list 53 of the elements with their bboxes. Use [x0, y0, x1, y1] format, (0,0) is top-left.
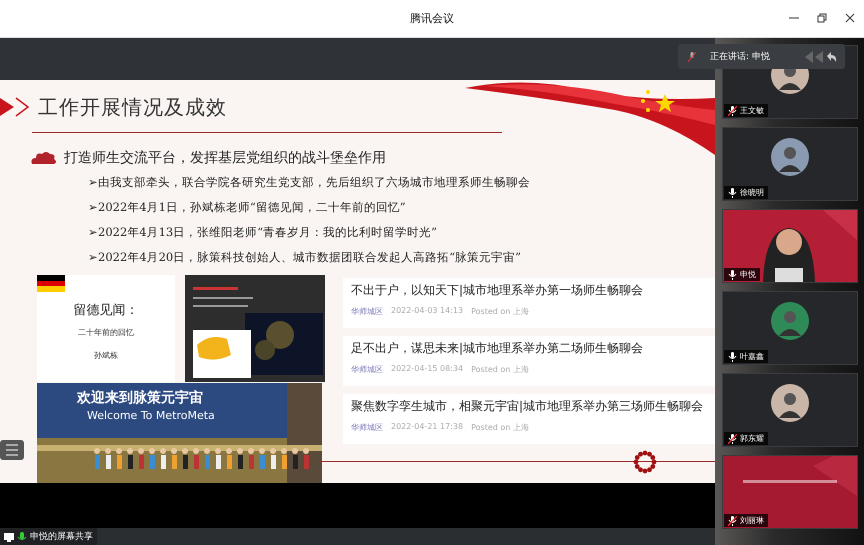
microphone-icon: [17, 532, 27, 542]
article-card[interactable]: 不出于户，以知天下|城市地理系举办第一场师生畅聊会 华师城区 2022-04-03 14:13 Posted on 上海: [343, 278, 715, 328]
bullet-text: ➢2022年4月13日，张维阳老师“青春岁月：我的比利时留学时光”: [88, 224, 438, 241]
bullet-text: ➢由我支部牵头，联合学院各研究生党支部，先后组织了六场城市地理系师生畅聊会: [88, 174, 531, 191]
bullet-text: ➢2022年4月20日，脉策科技创始人、城市数据团联合发起人高路拓“脉策元宇宙”: [88, 249, 522, 266]
participant-tile[interactable]: 申悦: [722, 209, 858, 283]
document-title: 留德见闻：: [74, 302, 138, 319]
article-source: 华师城区: [351, 306, 383, 317]
undo-icon[interactable]: [805, 51, 837, 63]
article-date: 2022-04-03 14:13: [391, 306, 464, 317]
article-card[interactable]: 足不出户，谋思未来|城市地理系举办第二场师生畅聊会 华师城区 2022-04-15 08:34 Posted on 上海: [343, 336, 715, 386]
list-icon[interactable]: [0, 440, 24, 460]
avatar-icon: [771, 138, 809, 176]
participant-name: 王文敏: [740, 105, 764, 116]
screen-icon: [4, 532, 14, 542]
document-author: 孙斌栋: [94, 350, 118, 361]
article-date: 2022-04-15 08:34: [391, 364, 464, 375]
participant-name: 叶嘉鑫: [740, 351, 764, 362]
participant-name: 申悦: [740, 269, 756, 280]
article-location: Posted on 上海: [471, 306, 529, 317]
participant-tile[interactable]: 刘丽琳: [722, 455, 858, 529]
window-title: 腾讯会议: [410, 11, 454, 26]
avatar-icon: [771, 302, 809, 340]
article-source: 华师城区: [351, 364, 383, 375]
close-icon[interactable]: [844, 12, 856, 24]
article-date: 2022-04-21 17:38: [391, 422, 464, 433]
article-source: 华师城区: [351, 422, 383, 433]
participant-tile[interactable]: 徐晓明: [722, 127, 858, 201]
participant-name: 徐晓明: [740, 187, 764, 198]
participant-name: 刘丽琳: [740, 515, 764, 526]
article-title: 聚焦数字孪生城市，相聚元宇宙|城市地理系举办第三场师生畅聊会: [351, 398, 704, 415]
banner-title: 欢迎来到脉策元宇宙: [77, 389, 203, 407]
article-location: Posted on 上海: [471, 364, 529, 375]
article-title: 足不出户，谋思未来|城市地理系举办第二场师生畅聊会: [351, 340, 644, 357]
article-title: 不出于户，以知天下|城市地理系举办第一场师生畅聊会: [351, 282, 644, 299]
flag-icon: [37, 275, 65, 292]
slide-subtitle: 打造师生交流平台，发挥基层党组织的战斗堡垒作用: [64, 149, 386, 167]
participant-tile[interactable]: 叶嘉鑫: [722, 291, 858, 365]
article-card[interactable]: 聚焦数字孪生城市，相聚元宇宙|城市地理系举办第三场师生畅聊会 华师城区 2022-04-21 17:38 Posted on 上海: [343, 394, 715, 444]
share-label-text: 申悦的屏幕共享: [30, 530, 93, 543]
cloud-icon: [30, 150, 58, 166]
dotted-circle-icon: [632, 449, 658, 475]
document-subtitle: 二十年前的回忆: [78, 327, 134, 338]
participant-name: 郭东耀: [740, 433, 764, 444]
article-location: Posted on 上海: [471, 422, 529, 433]
muted-microphone-icon: [688, 52, 696, 62]
participant-tile[interactable]: 郭东耀: [722, 373, 858, 447]
restore-icon[interactable]: [816, 12, 828, 24]
slide-title: 工作开展情况及成效: [38, 94, 227, 121]
banner-subtitle: Welcome To MetroMeta: [87, 409, 215, 422]
chevron-icon: [0, 96, 30, 118]
bullet-text: ➢2022年4月1日，孙斌栋老师“留德见闻，二十年前的回忆”: [88, 199, 407, 216]
avatar-icon: [771, 384, 809, 422]
